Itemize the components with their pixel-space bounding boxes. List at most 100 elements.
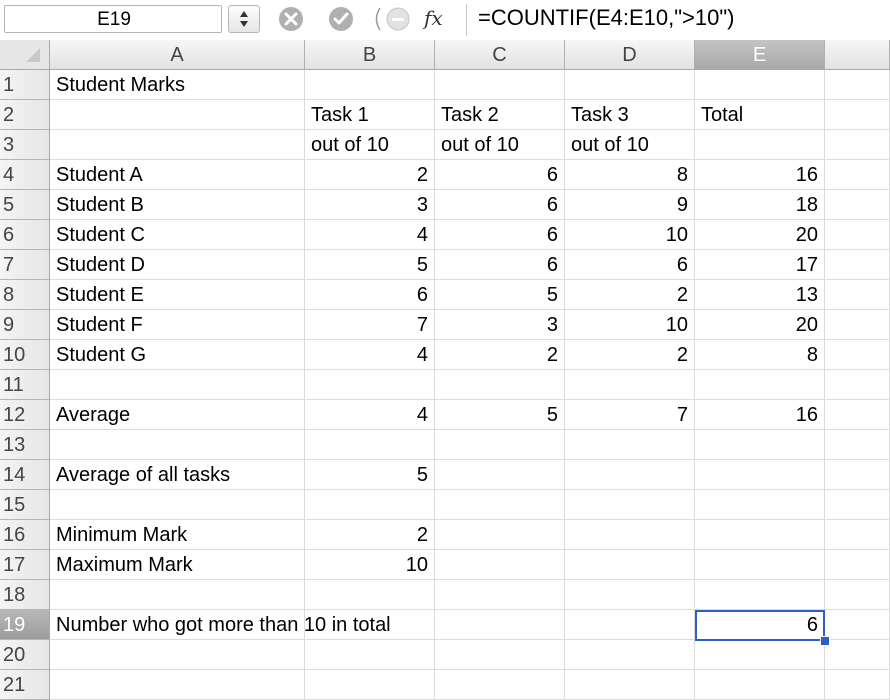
cell-E18[interactable] <box>695 580 825 610</box>
cell-next5[interactable] <box>825 190 890 220</box>
cell-B4[interactable]: 2 <box>305 160 435 190</box>
row-header-9[interactable]: 9 <box>0 310 50 340</box>
cell-A4[interactable]: Student A <box>50 160 305 190</box>
cell-B21[interactable] <box>305 670 435 700</box>
cell-B5[interactable]: 3 <box>305 190 435 220</box>
cell-E13[interactable] <box>695 430 825 460</box>
cell-C7[interactable]: 6 <box>435 250 565 280</box>
formula-input[interactable]: =COUNTIF(E4:E10,">10") <box>478 5 734 31</box>
column-header-B[interactable]: B <box>305 40 435 70</box>
cell-C4[interactable]: 6 <box>435 160 565 190</box>
cell-next14[interactable] <box>825 460 890 490</box>
column-header-next[interactable] <box>825 40 890 70</box>
cell-E21[interactable] <box>695 670 825 700</box>
row-header-8[interactable]: 8 <box>0 280 50 310</box>
cell-next3[interactable] <box>825 130 890 160</box>
row-header-10[interactable]: 10 <box>0 340 50 370</box>
cell-E9[interactable]: 20 <box>695 310 825 340</box>
cell-C15[interactable] <box>435 490 565 520</box>
cell-A13[interactable] <box>50 430 305 460</box>
cell-next10[interactable] <box>825 340 890 370</box>
cancel-button[interactable] <box>278 6 304 32</box>
cell-B11[interactable] <box>305 370 435 400</box>
cell-E15[interactable] <box>695 490 825 520</box>
column-header-C[interactable]: C <box>435 40 565 70</box>
cell-next13[interactable] <box>825 430 890 460</box>
cell-B14[interactable]: 5 <box>305 460 435 490</box>
cell-A3[interactable] <box>50 130 305 160</box>
cell-E19[interactable]: 6 <box>695 610 825 640</box>
cell-C1[interactable] <box>435 70 565 100</box>
cell-D17[interactable] <box>565 550 695 580</box>
cell-next4[interactable] <box>825 160 890 190</box>
cell-C20[interactable] <box>435 640 565 670</box>
cell-next17[interactable] <box>825 550 890 580</box>
cell-C17[interactable] <box>435 550 565 580</box>
cell-D14[interactable] <box>565 460 695 490</box>
row-header-18[interactable]: 18 <box>0 580 50 610</box>
fx-label[interactable]: fx <box>424 6 443 30</box>
cell-E1[interactable] <box>695 70 825 100</box>
cell-D1[interactable] <box>565 70 695 100</box>
cell-next20[interactable] <box>825 640 890 670</box>
cell-D21[interactable] <box>565 670 695 700</box>
cell-B19[interactable] <box>305 610 435 640</box>
row-header-17[interactable]: 17 <box>0 550 50 580</box>
cell-C3[interactable]: out of 10 <box>435 130 565 160</box>
cell-A17[interactable]: Maximum Mark <box>50 550 305 580</box>
cell-C12[interactable]: 5 <box>435 400 565 430</box>
row-header-2[interactable]: 2 <box>0 100 50 130</box>
cell-next21[interactable] <box>825 670 890 700</box>
row-header-4[interactable]: 4 <box>0 160 50 190</box>
cell-D2[interactable]: Task 3 <box>565 100 695 130</box>
cell-C18[interactable] <box>435 580 565 610</box>
cell-B3[interactable]: out of 10 <box>305 130 435 160</box>
cell-E8[interactable]: 13 <box>695 280 825 310</box>
cell-E3[interactable] <box>695 130 825 160</box>
cell-A14[interactable]: Average of all tasks <box>50 460 305 490</box>
cell-D5[interactable]: 9 <box>565 190 695 220</box>
cell-E6[interactable]: 20 <box>695 220 825 250</box>
cell-D9[interactable]: 10 <box>565 310 695 340</box>
row-header-19[interactable]: 19 <box>0 610 50 640</box>
cell-next11[interactable] <box>825 370 890 400</box>
row-header-13[interactable]: 13 <box>0 430 50 460</box>
function-toggle[interactable] <box>370 6 420 32</box>
cell-D7[interactable]: 6 <box>565 250 695 280</box>
cell-next15[interactable] <box>825 490 890 520</box>
row-header-7[interactable]: 7 <box>0 250 50 280</box>
cell-E4[interactable]: 16 <box>695 160 825 190</box>
cell-D15[interactable] <box>565 490 695 520</box>
cell-B2[interactable]: Task 1 <box>305 100 435 130</box>
cell-A16[interactable]: Minimum Mark <box>50 520 305 550</box>
cell-next18[interactable] <box>825 580 890 610</box>
name-box-stepper[interactable] <box>228 5 260 33</box>
cell-E12[interactable]: 16 <box>695 400 825 430</box>
cell-C2[interactable]: Task 2 <box>435 100 565 130</box>
cell-C19[interactable] <box>435 610 565 640</box>
cell-D19[interactable] <box>565 610 695 640</box>
cell-B16[interactable]: 2 <box>305 520 435 550</box>
cell-C13[interactable] <box>435 430 565 460</box>
cell-C6[interactable]: 6 <box>435 220 565 250</box>
row-header-16[interactable]: 16 <box>0 520 50 550</box>
column-header-A[interactable]: A <box>50 40 305 70</box>
cell-C14[interactable] <box>435 460 565 490</box>
cell-B13[interactable] <box>305 430 435 460</box>
cell-E10[interactable]: 8 <box>695 340 825 370</box>
cell-E16[interactable] <box>695 520 825 550</box>
cell-B7[interactable]: 5 <box>305 250 435 280</box>
cell-A1[interactable]: Student Marks <box>50 70 305 100</box>
row-header-21[interactable]: 21 <box>0 670 50 700</box>
cell-A15[interactable] <box>50 490 305 520</box>
cell-D3[interactable]: out of 10 <box>565 130 695 160</box>
cell-C21[interactable] <box>435 670 565 700</box>
cell-D18[interactable] <box>565 580 695 610</box>
cell-B9[interactable]: 7 <box>305 310 435 340</box>
cell-D11[interactable] <box>565 370 695 400</box>
cell-A18[interactable] <box>50 580 305 610</box>
row-header-12[interactable]: 12 <box>0 400 50 430</box>
cell-E5[interactable]: 18 <box>695 190 825 220</box>
cell-B18[interactable] <box>305 580 435 610</box>
row-header-20[interactable]: 20 <box>0 640 50 670</box>
